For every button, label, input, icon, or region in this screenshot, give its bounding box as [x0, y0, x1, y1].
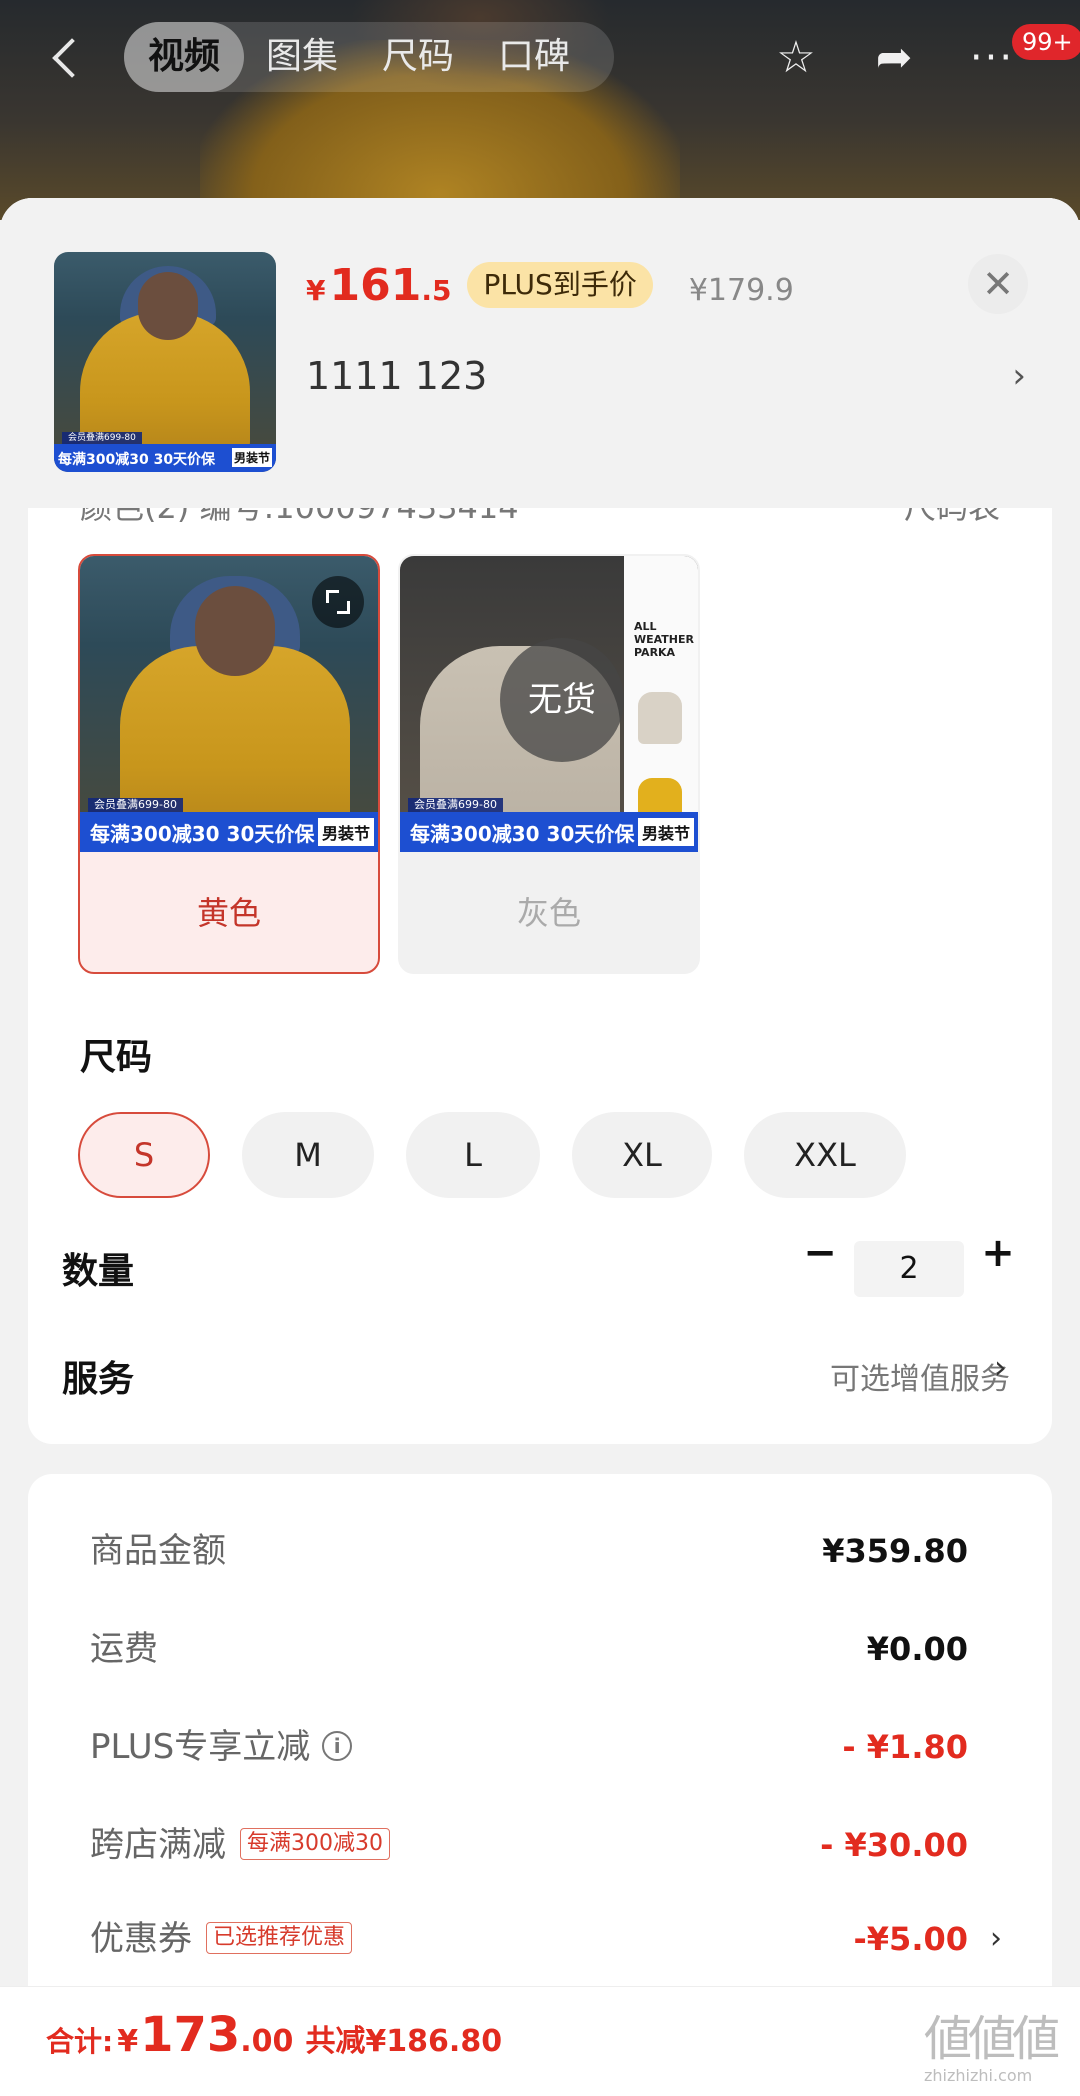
total-decimal: .00 — [240, 2024, 294, 2059]
selected-spec-text: 1111 123 — [306, 354, 488, 398]
promo-small: 会员叠满699-80 — [88, 798, 183, 812]
total-amount: 合计: ¥ 173 .00 共减¥186.80 — [46, 2007, 502, 2077]
size-option-m[interactable]: M — [242, 1112, 374, 1198]
plus-discount-label: PLUS专享立减 i — [90, 1722, 353, 1772]
quantity-increase-button[interactable]: + — [978, 1228, 1018, 1278]
coupon-tag: 已选推荐优惠 — [206, 1921, 353, 1954]
notification-badge: 99+ — [1012, 24, 1080, 60]
coupon-label: 优惠券 已选推荐优惠 — [90, 1914, 353, 1964]
cross-store-label: 跨店满减 每满300减30 — [90, 1820, 390, 1870]
size-option-xxl[interactable]: XXL — [744, 1112, 906, 1198]
color-option-grey[interactable]: ALL WEATHER PARKA 会员叠满699-80 每满300减30 30… — [398, 554, 700, 974]
promo-text: 每满300减30 30天价保 — [90, 822, 315, 846]
top-nav: 视频 图集 尺码 口碑 ☆ ➦ ··· 99+ — [0, 10, 1080, 100]
chevron-right-icon[interactable]: › — [994, 1348, 1007, 1386]
selected-spec-row[interactable]: 1111 123 › — [306, 348, 1026, 404]
promo-text: 每满300减30 30天价保 — [410, 822, 635, 846]
promo-tag: 男装节 — [637, 818, 694, 846]
cross-store-value: - ¥30.00 — [820, 1826, 968, 1864]
tab-reviews[interactable]: 口碑 — [476, 22, 592, 92]
size-option-s[interactable]: S — [78, 1112, 210, 1198]
size-section-title: 尺码 — [80, 1037, 153, 1078]
checkout-bar: 合计: ¥ 173 .00 共减¥186.80 値値値 zhizhizhi.co… — [0, 1986, 1080, 2096]
product-thumbnail[interactable]: 会员叠满699-80 每满300减30 30天价保 男装节 — [54, 252, 276, 472]
shipping-value: ¥0.00 — [866, 1630, 968, 1668]
soldout-badge: 无货 — [500, 638, 624, 762]
plus-discount-text: PLUS专享立减 — [90, 1727, 311, 1767]
size-chart-link[interactable]: 尺码表 — [904, 508, 1000, 528]
coupon-row[interactable]: 优惠券 已选推荐优惠 -¥5.00 › — [90, 1914, 1030, 1964]
price-decimal: .5 — [421, 274, 452, 307]
promo-tag: 男装节 — [317, 818, 374, 846]
plus-price-tag: PLUS到手价 — [467, 262, 653, 308]
promo-text: 每满300减30 30天价保 — [58, 452, 216, 468]
promo-small: 会员叠满699-80 — [62, 432, 142, 444]
total-integer: 173 — [140, 2007, 241, 2063]
sheet-header: 会员叠满699-80 每满300减30 30天价保 男装节 ¥ 161 .5 P… — [0, 198, 1080, 508]
color-section-header: 颜色(2) 编号:100097433414 尺码表 — [80, 508, 1000, 548]
mini-grey-jacket — [638, 692, 682, 744]
goods-amount-row: 商品金额 ¥359.80 — [90, 1526, 1030, 1576]
tab-gallery[interactable]: 图集 — [244, 22, 360, 92]
size-option-xl[interactable]: XL — [572, 1112, 712, 1198]
star-icon[interactable]: ☆ — [768, 30, 824, 86]
plus-discount-row: PLUS专享立减 i - ¥1.80 — [90, 1722, 1030, 1772]
coupon-value: -¥5.00 — [853, 1920, 969, 1958]
info-icon[interactable]: i — [322, 1730, 353, 1761]
total-currency: ¥ — [117, 2024, 139, 2059]
quantity-input[interactable]: 2 — [854, 1241, 964, 1297]
plus-discount-value: - ¥1.80 — [842, 1728, 968, 1766]
color-section-title: 颜色(2) 编号:100097433414 — [80, 508, 519, 526]
chevron-right-icon: › — [1012, 356, 1026, 396]
goods-amount-value: ¥359.80 — [822, 1532, 968, 1570]
watermark-logo: 値値値 zhizhizhi.com — [924, 2011, 1074, 2091]
quantity-decrease-button[interactable]: − — [800, 1228, 840, 1278]
promo-band: 会员叠满699-80 每满300减30 30天价保 男装节 — [80, 798, 378, 852]
product-info-strip: ALL WEATHER PARKA — [624, 556, 698, 852]
figure-head — [138, 272, 198, 340]
cross-store-discount-row: 跨店满减 每满300减30 - ¥30.00 — [90, 1820, 1030, 1870]
cross-store-tag: 每满300减30 — [240, 1827, 390, 1860]
total-label: 合计: — [46, 2025, 114, 2058]
sku-selection-sheet: 颜色(2) 编号:100097433414 尺码表 会员叠满699-80 每满3… — [0, 198, 1080, 2096]
service-title: 服务 — [62, 1359, 135, 1400]
promo-band: 会员叠满699-80 每满300减30 30天价保 男装节 — [400, 798, 698, 852]
figure-head — [195, 586, 275, 676]
color-label: 灰色 — [516, 894, 581, 932]
expand-icon[interactable] — [312, 576, 364, 628]
promo-band: 会员叠满699-80 每满300减30 30天价保 男装节 — [54, 432, 276, 472]
total-saved: 共减¥186.80 — [305, 2024, 503, 2059]
tab-size[interactable]: 尺码 — [360, 22, 476, 92]
strip-text: ALL WEATHER PARKA — [634, 620, 695, 659]
shipping-row: 运费 ¥0.00 — [90, 1624, 1030, 1674]
price-summary-card: 商品金额 ¥359.80 运费 ¥0.00 PLUS专享立减 i - ¥1.80 … — [28, 1474, 1052, 2034]
promo-small: 会员叠满699-80 — [408, 798, 503, 812]
quantity-title: 数量 — [62, 1251, 135, 1292]
size-option-l[interactable]: L — [406, 1112, 540, 1198]
media-tabs: 视频 图集 尺码 口碑 — [124, 22, 615, 92]
chevron-right-icon[interactable]: › — [990, 1914, 1002, 1964]
close-icon[interactable]: ✕ — [968, 254, 1028, 314]
color-label: 黄色 — [196, 894, 261, 932]
color-option-yellow[interactable]: 会员叠满699-80 每满300减30 30天价保 男装节 黄色 — [78, 554, 380, 974]
price-currency: ¥ — [306, 274, 326, 307]
back-icon[interactable] — [46, 32, 90, 84]
watermark-url: zhizhizhi.com — [924, 2066, 1033, 2085]
service-value[interactable]: 可选增值服务 — [830, 1354, 1010, 1398]
price-integer: 161 — [329, 260, 422, 311]
cross-store-text: 跨店满减 — [90, 1825, 226, 1865]
shipping-label: 运费 — [90, 1629, 158, 1669]
goods-amount-label: 商品金额 — [90, 1531, 226, 1571]
tab-video[interactable]: 视频 — [124, 22, 245, 92]
share-icon[interactable]: ➦ — [866, 30, 922, 86]
original-price: ¥179.9 — [688, 273, 794, 308]
product-media-area: 视频 图集 尺码 口碑 ☆ ➦ ··· 99+ — [0, 0, 1080, 220]
color-option-image: ALL WEATHER PARKA 会员叠满699-80 每满300减30 30… — [400, 556, 698, 852]
price-row: ¥ 161 .5 PLUS到手价 ¥179.9 — [306, 260, 794, 320]
promo-tag: 男装节 — [231, 448, 272, 467]
watermark-logo-text: 値値値 — [924, 2011, 1060, 2067]
coupon-text: 优惠券 — [90, 1919, 192, 1959]
